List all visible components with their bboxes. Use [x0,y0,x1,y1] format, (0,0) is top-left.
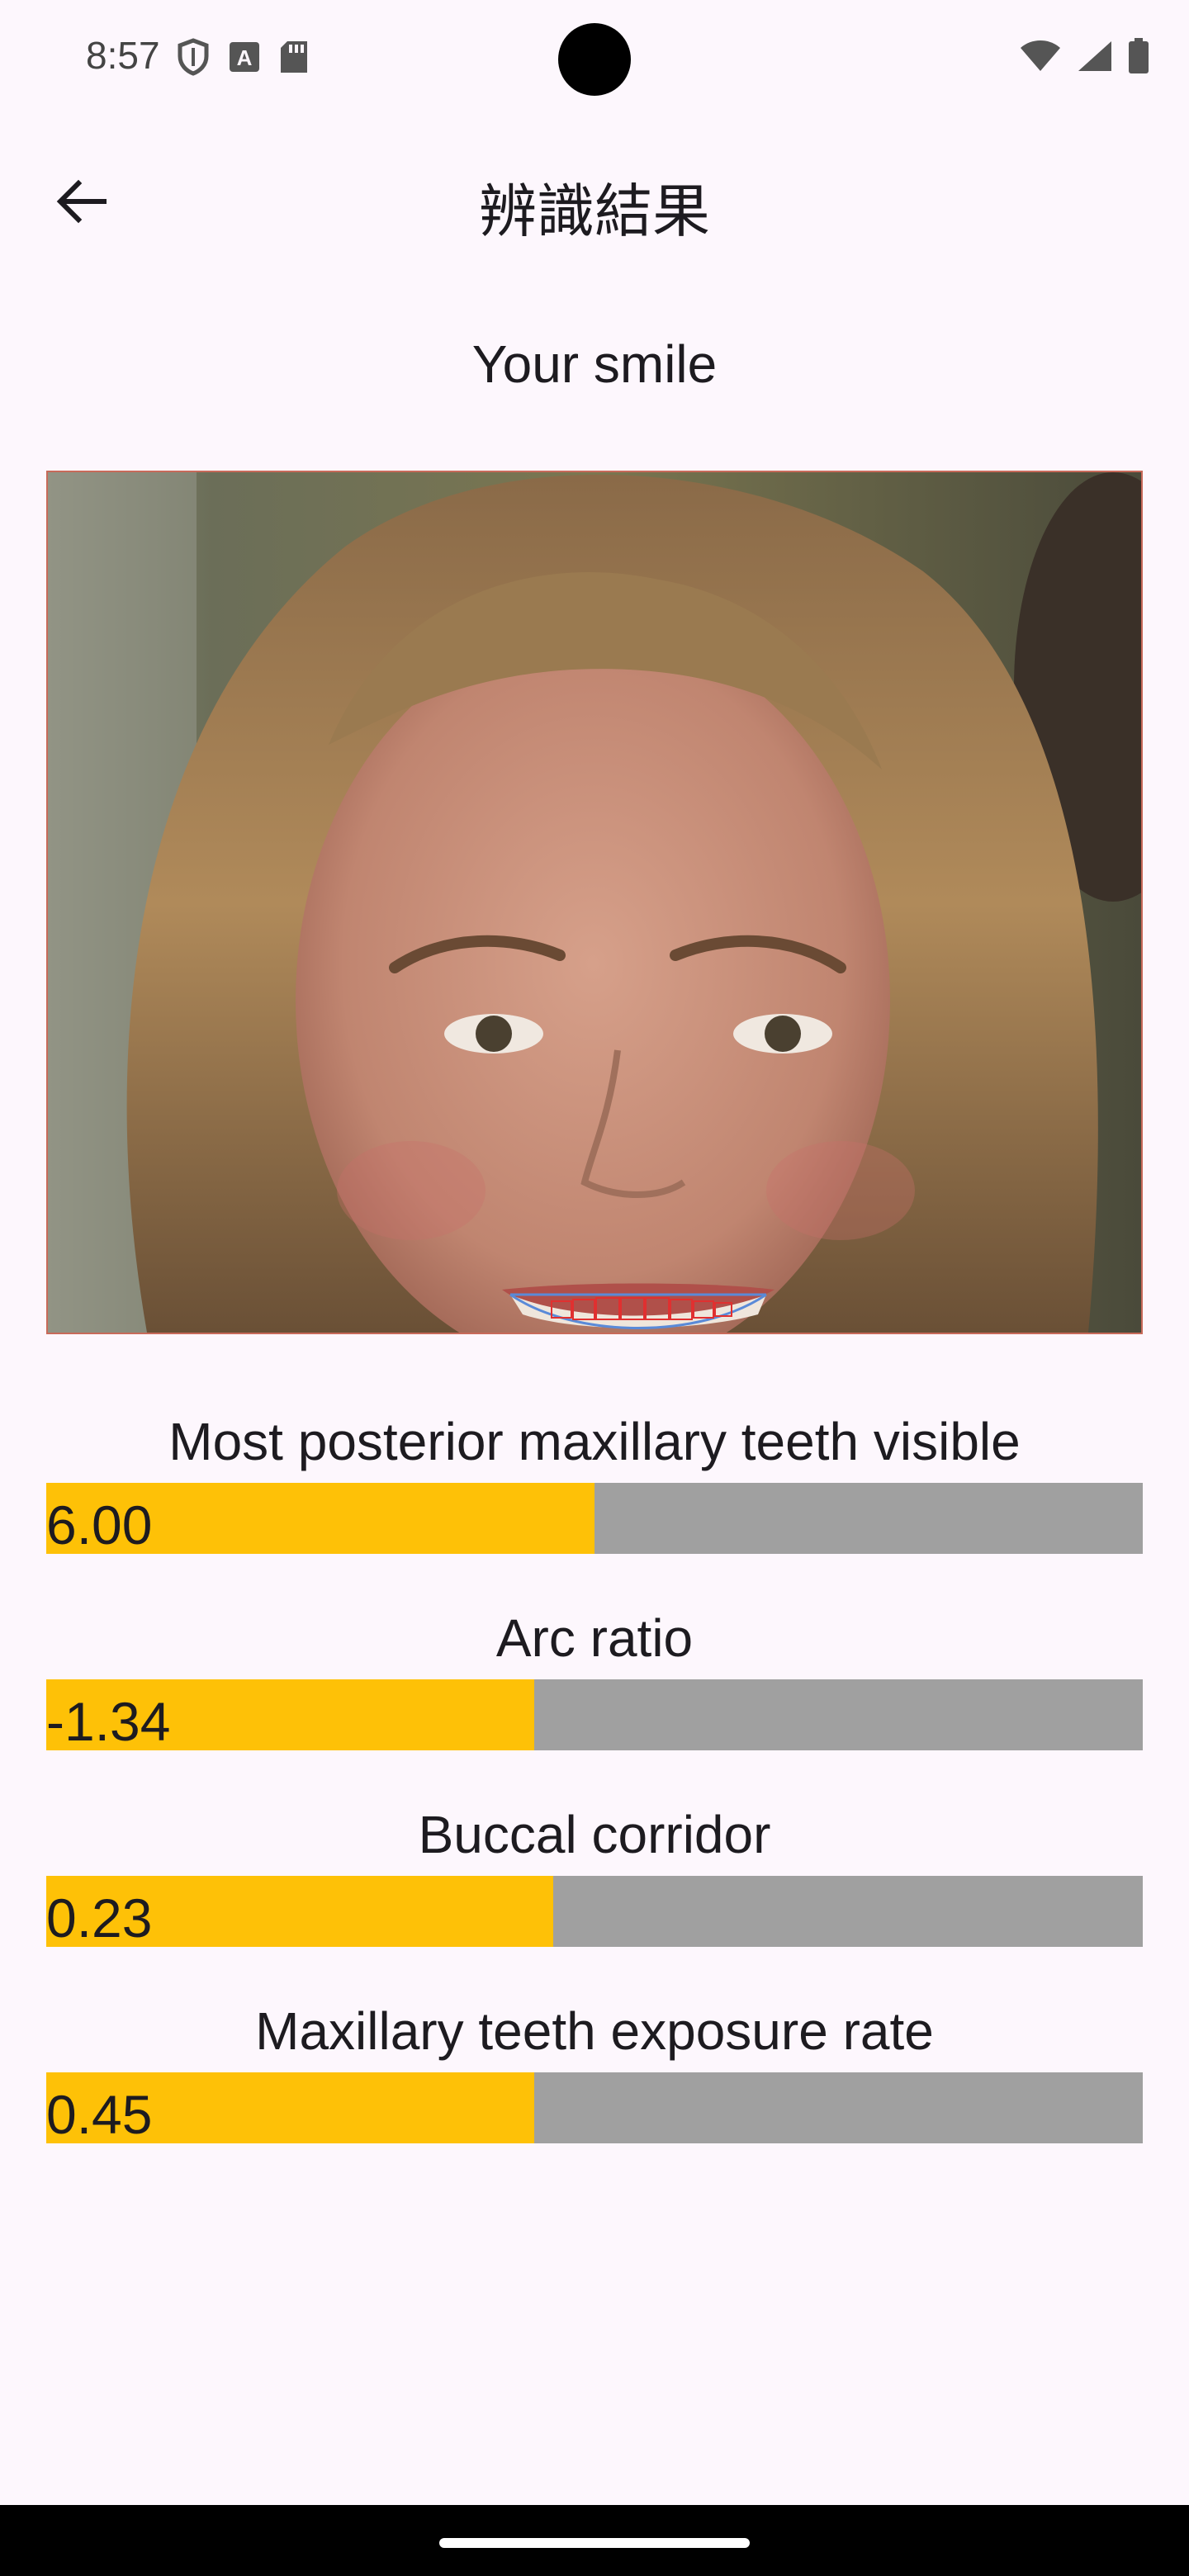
sd-card-icon [279,40,309,78]
result-screen: 8:57 A 辨識結果 Your smile Most posterior ma… [0,0,1189,2576]
metric-label: Buccal corridor [418,1805,771,1864]
text-a-icon: A [228,40,261,78]
status-icons-left: A [177,38,309,80]
metric-bar: -1.34 [46,1679,1143,1752]
metric-value: 0.23 [46,1887,153,1949]
metric-arc-ratio: Arc ratio -1.34 [46,1603,1143,1752]
metric-value: 6.00 [46,1494,153,1556]
system-nav-bar [0,2505,1189,2576]
metric-bar: 6.00 [46,1483,1143,1556]
metric-teeth-exposure-rate: Maxillary teeth exposure rate 0.45 [46,1996,1143,2145]
metric-label: Arc ratio [495,1608,694,1668]
status-icons-right [1019,38,1149,78]
camera-cutout [558,23,631,96]
home-gesture-handle[interactable] [439,2538,750,2548]
svg-text:A: A [237,45,253,70]
metric-bar: 0.23 [46,1876,1143,1949]
shield-icon [177,38,210,80]
metric-label: Most posterior maxillary teeth visible [168,1412,1021,1471]
section-title: Your smile [471,334,718,394]
metric-buccal-corridor: Buccal corridor 0.23 [46,1800,1143,1949]
metric-bar: 0.45 [46,2072,1143,2145]
metric-value: 0.45 [46,2084,153,2145]
page-title: 辨識結果 [479,178,710,245]
metric-value: -1.34 [46,1691,171,1752]
wifi-icon [1019,40,1062,77]
signal-icon [1077,40,1113,77]
smile-photo [46,471,1143,1334]
app-bar: 辨識結果 [0,119,1189,284]
status-time: 8:57 [86,34,160,77]
metric-posterior-teeth: Most posterior maxillary teeth visible 6… [46,1407,1143,1556]
status-bar: 8:57 A [0,0,1189,119]
metric-label: Maxillary teeth exposure rate [255,2001,934,2061]
battery-icon [1128,38,1149,78]
